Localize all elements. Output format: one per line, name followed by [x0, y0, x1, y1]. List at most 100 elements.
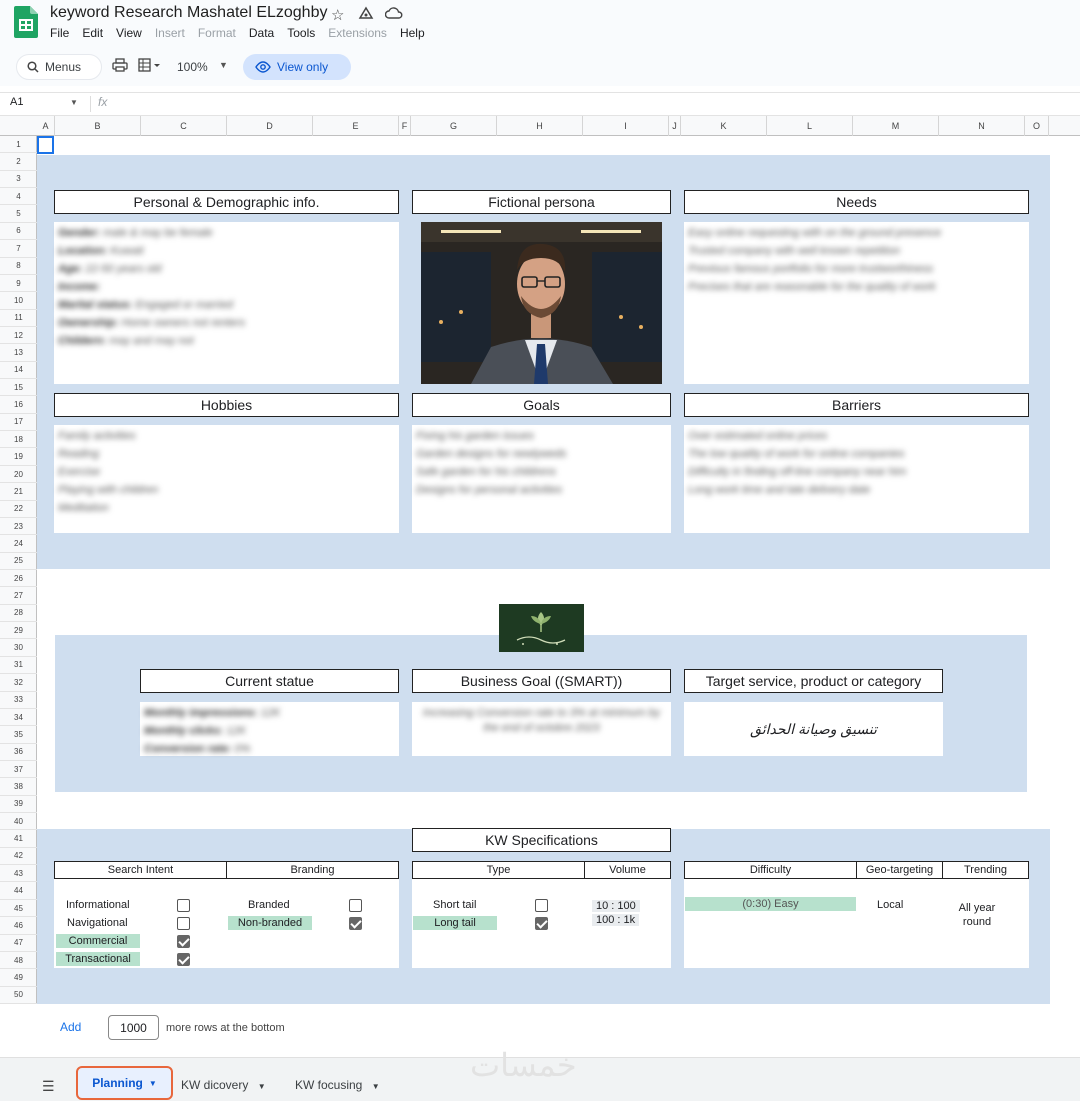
- row-header-20[interactable]: 20: [0, 466, 37, 484]
- row-header-27[interactable]: 27: [0, 587, 37, 605]
- search-menus-button[interactable]: Menus: [16, 54, 102, 80]
- row-header-8[interactable]: 8: [0, 258, 37, 275]
- row-header-21[interactable]: 21: [0, 483, 37, 501]
- row-header-2[interactable]: 2: [0, 153, 37, 171]
- row-header-16[interactable]: 16: [0, 396, 37, 414]
- menu-view[interactable]: View: [116, 26, 142, 40]
- row-header-30[interactable]: 30: [0, 639, 37, 657]
- menu-format[interactable]: Format: [198, 26, 236, 40]
- column-header-l[interactable]: L: [767, 116, 853, 136]
- navigational-checkbox[interactable]: [177, 917, 190, 930]
- informational-checkbox[interactable]: [177, 899, 190, 912]
- long-tail-checkbox[interactable]: [535, 917, 548, 930]
- column-header-m[interactable]: M: [853, 116, 939, 136]
- row-header-48[interactable]: 48: [0, 952, 37, 970]
- row-header-31[interactable]: 31: [0, 657, 37, 675]
- row-header-6[interactable]: 6: [0, 223, 37, 241]
- branded-checkbox[interactable]: [349, 899, 362, 912]
- column-header-h[interactable]: H: [497, 116, 583, 136]
- view-only-button[interactable]: View only: [243, 54, 351, 80]
- row-header-18[interactable]: 18: [0, 431, 37, 449]
- row-header-24[interactable]: 24: [0, 535, 37, 553]
- zoom-select[interactable]: 100%: [177, 60, 208, 74]
- row-header-35[interactable]: 35: [0, 726, 37, 744]
- chevron-down-icon[interactable]: ▼: [219, 60, 228, 70]
- column-header-j[interactable]: J: [669, 116, 681, 136]
- chevron-down-icon[interactable]: ▼: [70, 98, 78, 107]
- column-header-b[interactable]: B: [55, 116, 141, 136]
- add-rows-input[interactable]: 1000: [108, 1015, 159, 1040]
- row-header-29[interactable]: 29: [0, 622, 37, 640]
- chevron-down-icon[interactable]: ▼: [372, 1082, 380, 1091]
- row-header-40[interactable]: 40: [0, 813, 37, 831]
- print-icon[interactable]: [112, 58, 128, 75]
- row-header-22[interactable]: 22: [0, 501, 37, 518]
- row-header-46[interactable]: 46: [0, 917, 37, 935]
- row-header-1[interactable]: 1: [0, 136, 37, 154]
- row-header-15[interactable]: 15: [0, 379, 37, 397]
- add-rows-button[interactable]: Add: [60, 1020, 81, 1034]
- row-header-14[interactable]: 14: [0, 362, 37, 380]
- row-header-17[interactable]: 17: [0, 414, 37, 432]
- row-header-32[interactable]: 32: [0, 674, 37, 692]
- row-header-45[interactable]: 45: [0, 900, 37, 918]
- star-icon[interactable]: ☆: [331, 6, 344, 24]
- tab-kw-dicovery[interactable]: KW dicovery ▼: [181, 1078, 266, 1092]
- all-sheets-menu-icon[interactable]: ☰: [42, 1078, 55, 1095]
- row-header-42[interactable]: 42: [0, 848, 37, 866]
- row-header-9[interactable]: 9: [0, 275, 37, 293]
- row-header-33[interactable]: 33: [0, 692, 37, 709]
- non-branded-checkbox[interactable]: [349, 917, 362, 930]
- row-header-26[interactable]: 26: [0, 570, 37, 588]
- menu-file[interactable]: File: [50, 26, 69, 40]
- menu-data[interactable]: Data: [249, 26, 274, 40]
- row-header-4[interactable]: 4: [0, 188, 37, 206]
- row-header-37[interactable]: 37: [0, 761, 37, 779]
- name-box[interactable]: A1: [10, 96, 23, 108]
- row-header-10[interactable]: 10: [0, 292, 37, 310]
- tab-planning[interactable]: Planning ▼: [76, 1066, 173, 1100]
- row-header-25[interactable]: 25: [0, 553, 37, 570]
- column-header-n[interactable]: N: [939, 116, 1025, 136]
- row-header-34[interactable]: 34: [0, 709, 37, 727]
- row-header-13[interactable]: 13: [0, 344, 37, 362]
- row-header-38[interactable]: 38: [0, 778, 37, 796]
- row-header-23[interactable]: 23: [0, 518, 37, 536]
- row-header-44[interactable]: 44: [0, 882, 37, 900]
- short-tail-checkbox[interactable]: [535, 899, 548, 912]
- row-header-36[interactable]: 36: [0, 744, 37, 761]
- chevron-down-icon[interactable]: ▼: [149, 1079, 157, 1088]
- cloud-status-icon[interactable]: [384, 6, 403, 24]
- column-header-e[interactable]: E: [313, 116, 399, 136]
- commercial-checkbox[interactable]: [177, 935, 190, 948]
- row-header-11[interactable]: 11: [0, 310, 37, 327]
- sheets-logo-icon[interactable]: [14, 6, 38, 38]
- row-header-39[interactable]: 39: [0, 796, 37, 814]
- column-header-k[interactable]: K: [681, 116, 767, 136]
- column-header-o[interactable]: O: [1025, 116, 1049, 136]
- menu-insert[interactable]: Insert: [155, 26, 185, 40]
- document-title[interactable]: keyword Research Mashatel ELzoghby: [50, 4, 327, 22]
- menu-help[interactable]: Help: [400, 26, 425, 40]
- menu-edit[interactable]: Edit: [82, 26, 103, 40]
- format-options-icon[interactable]: [138, 58, 160, 75]
- row-header-5[interactable]: 5: [0, 205, 37, 223]
- chevron-down-icon[interactable]: ▼: [258, 1082, 266, 1091]
- row-header-41[interactable]: 41: [0, 830, 37, 848]
- row-header-49[interactable]: 49: [0, 969, 37, 987]
- column-header-c[interactable]: C: [141, 116, 227, 136]
- row-header-12[interactable]: 12: [0, 327, 37, 345]
- row-header-3[interactable]: 3: [0, 171, 37, 189]
- column-header-a[interactable]: A: [37, 116, 55, 136]
- row-header-28[interactable]: 28: [0, 605, 37, 623]
- row-header-7[interactable]: 7: [0, 240, 37, 258]
- row-header-43[interactable]: 43: [0, 865, 37, 883]
- column-header-d[interactable]: D: [227, 116, 313, 136]
- column-header-g[interactable]: G: [411, 116, 497, 136]
- transactional-checkbox[interactable]: [177, 953, 190, 966]
- menu-extensions[interactable]: Extensions: [328, 26, 387, 40]
- column-header-i[interactable]: I: [583, 116, 669, 136]
- row-header-19[interactable]: 19: [0, 448, 37, 466]
- move-folder-icon[interactable]: [358, 6, 374, 26]
- row-header-47[interactable]: 47: [0, 935, 37, 952]
